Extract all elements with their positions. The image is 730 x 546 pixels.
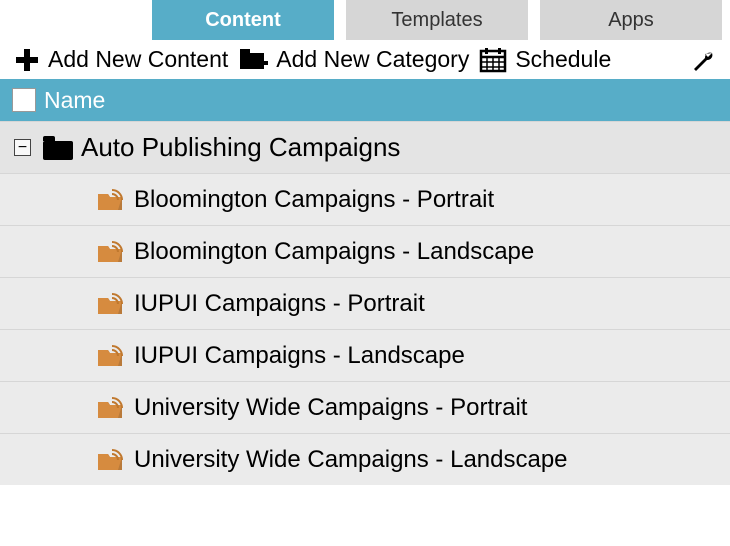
button-label: Add New Content: [48, 46, 228, 73]
tree-child-label: Bloomington Campaigns - Portrait: [134, 186, 494, 214]
tree-child-row[interactable]: IUPUI Campaigns - Landscape: [0, 329, 730, 381]
tree-child-row[interactable]: Bloomington Campaigns - Portrait: [0, 173, 730, 225]
tree-root-label: Auto Publishing Campaigns: [81, 132, 400, 163]
tab-content[interactable]: Content: [152, 0, 334, 40]
plus-icon: [14, 47, 40, 73]
tree-child-label: IUPUI Campaigns - Landscape: [134, 342, 465, 370]
select-all-checkbox[interactable]: [12, 88, 36, 112]
feed-folder-icon: [96, 240, 124, 264]
column-header: Name: [0, 79, 730, 121]
tree-child-label: University Wide Campaigns - Landscape: [134, 446, 568, 474]
feed-folder-icon: [96, 344, 124, 368]
add-new-content-button[interactable]: Add New Content: [14, 46, 228, 73]
calendar-icon: [479, 47, 507, 73]
tree-child-row[interactable]: University Wide Campaigns - Landscape: [0, 433, 730, 485]
tab-apps[interactable]: Apps: [540, 0, 722, 40]
feed-folder-icon: [96, 448, 124, 472]
tab-label: Apps: [608, 9, 654, 32]
column-header-label: Name: [44, 87, 105, 114]
tree-child-label: IUPUI Campaigns - Portrait: [134, 290, 425, 318]
tree-child-label: University Wide Campaigns - Portrait: [134, 394, 527, 422]
toolbar: Add New Content Add New Category: [0, 40, 730, 79]
wrench-icon: [690, 47, 716, 73]
button-label: Add New Category: [276, 46, 469, 73]
content-tree: − Auto Publishing Campaigns Bloomington …: [0, 121, 730, 485]
settings-button[interactable]: [690, 47, 716, 73]
collapse-icon[interactable]: −: [14, 139, 31, 156]
button-label: Schedule: [515, 46, 611, 73]
tab-templates[interactable]: Templates: [346, 0, 528, 40]
tree-child-row[interactable]: IUPUI Campaigns - Portrait: [0, 277, 730, 329]
tree-root-row[interactable]: − Auto Publishing Campaigns: [0, 121, 730, 173]
feed-folder-icon: [96, 188, 124, 212]
tree-child-label: Bloomington Campaigns - Landscape: [134, 238, 534, 266]
feed-folder-icon: [96, 292, 124, 316]
tree-child-row[interactable]: Bloomington Campaigns - Landscape: [0, 225, 730, 277]
tab-label: Templates: [391, 9, 482, 32]
tab-label: Content: [205, 9, 281, 32]
folder-icon: [43, 136, 73, 160]
tree-child-row[interactable]: University Wide Campaigns - Portrait: [0, 381, 730, 433]
tab-strip: Content Templates Apps: [0, 0, 730, 40]
folder-plus-icon: [238, 47, 268, 73]
add-new-category-button[interactable]: Add New Category: [238, 46, 469, 73]
feed-folder-icon: [96, 396, 124, 420]
schedule-button[interactable]: Schedule: [479, 46, 611, 73]
